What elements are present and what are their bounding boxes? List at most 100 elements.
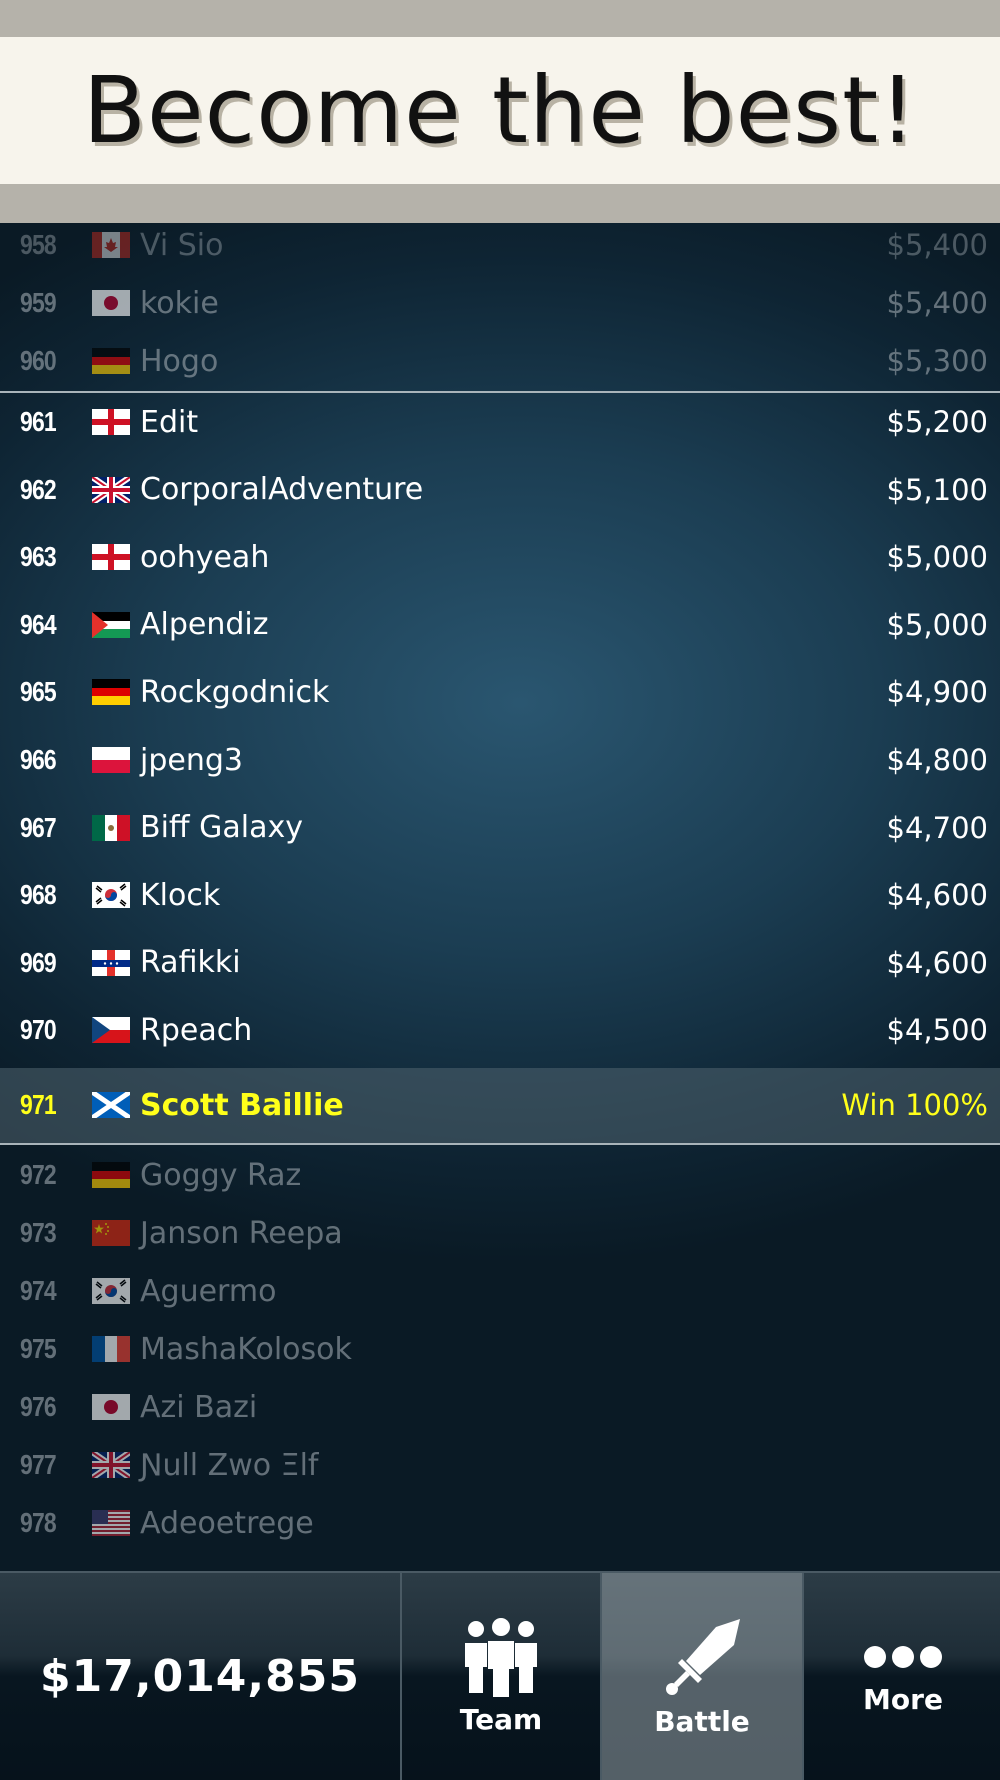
player-name: Biff Galaxy [140, 810, 303, 846]
rank-number: 969 [20, 946, 57, 978]
player-name: Edit [140, 404, 199, 440]
nav-more-button[interactable]: More [802, 1573, 1000, 1780]
mexico-flag-icon [92, 814, 130, 841]
player-name: Rafikki [140, 945, 241, 981]
rank-number: 967 [20, 811, 57, 843]
rank-number: 961 [20, 406, 57, 437]
player-name: Adeoetrege [140, 1505, 314, 1541]
player-name: Janson Reepa [140, 1215, 343, 1251]
leaderboard-row[interactable]: 960 Hogo $5,300 [0, 341, 1000, 381]
uk-flag-icon [92, 476, 130, 503]
player-name: Rockgodnick [140, 674, 330, 710]
player-score: $5,300 [886, 344, 988, 378]
rank-number: 963 [20, 541, 57, 573]
germany-flag-icon [92, 348, 130, 374]
leaderboard-row[interactable]: 972 Goggy Raz [0, 1155, 1000, 1195]
rank-number: 974 [20, 1275, 57, 1306]
south-korea-flag-icon [92, 1278, 130, 1304]
nav-more-label: More [863, 1683, 943, 1716]
leaderboard-row[interactable]: 966 jpeng3 $4,800 [0, 740, 1000, 780]
rank-number: 971 [20, 1089, 57, 1120]
banner-title: Become the best! [82, 57, 918, 164]
cash-amount: $17,014,855 [40, 1651, 360, 1702]
bottom-bar: $17,014,855 Team Battle More [0, 1571, 1000, 1780]
leaderboard-row[interactable]: 968 Klock $4,600 [0, 875, 1000, 915]
usa-flag-icon [92, 1510, 130, 1536]
player-score: $5,400 [886, 286, 988, 320]
rank-number: 973 [20, 1217, 57, 1248]
player-name: Klock [140, 877, 221, 913]
player-score: $4,900 [886, 675, 988, 710]
rank-number: 977 [20, 1449, 57, 1480]
england-flag-icon [92, 409, 130, 435]
cash-display: $17,014,855 [0, 1573, 400, 1780]
player-score: $4,600 [886, 878, 988, 913]
player-name: CorporalAdventure [140, 472, 424, 508]
rank-number: 976 [20, 1391, 57, 1422]
rank-number: 962 [20, 473, 57, 505]
uk-flag-icon [92, 1452, 130, 1478]
banner: Become the best! [0, 37, 1000, 184]
leaderboard-row[interactable]: 978 Adeoetrege [0, 1503, 1000, 1543]
leaderboard-row[interactable]: 973 Janson Reepa [0, 1213, 1000, 1253]
nav-team-label: Team [459, 1703, 543, 1736]
scotland-flag-icon [92, 1092, 130, 1118]
player-score: Win 100% [841, 1088, 988, 1122]
leaderboard-row[interactable]: 969 Rafikki $4,600 [0, 943, 1000, 983]
germany-flag-icon [92, 679, 130, 706]
player-name: Vi Sio [140, 227, 224, 263]
player-score: $5,000 [886, 607, 988, 642]
leaderboard-row[interactable]: 977 Ɲull Zwo Ξlf [0, 1445, 1000, 1485]
rank-number: 958 [20, 229, 57, 260]
sword-icon [666, 1619, 740, 1695]
south-korea-flag-icon [92, 882, 130, 909]
leaderboard-row[interactable]: 963 oohyeah $5,000 [0, 537, 1000, 577]
player-name: Rpeach [140, 1012, 253, 1048]
leaderboard-row[interactable]: 976 Azi Bazi [0, 1387, 1000, 1427]
leaderboard-row[interactable]: 964 Alpendiz $5,000 [0, 605, 1000, 645]
player-score: $4,600 [886, 945, 988, 980]
leaderboard-row[interactable]: 967 Biff Galaxy $4,700 [0, 808, 1000, 848]
player-name: oohyeah [140, 539, 270, 575]
player-name: jpeng3 [140, 742, 243, 778]
player-score: $4,800 [886, 743, 988, 777]
player-name: Ɲull Zwo Ξlf [140, 1447, 319, 1483]
divider [0, 1143, 1000, 1145]
canada-flag-icon [92, 232, 130, 258]
team-icon [465, 1618, 537, 1697]
rank-number: 965 [20, 676, 57, 708]
leaderboard-row[interactable]: 962 CorporalAdventure $5,100 [0, 470, 1000, 510]
player-score: $4,700 [886, 810, 988, 845]
leaderboard-row[interactable]: 975 MashaKolosok [0, 1329, 1000, 1369]
czech-flag-icon [92, 1017, 130, 1044]
player-name: Alpendiz [140, 607, 269, 643]
player-name: Hogo [140, 343, 219, 379]
japan-flag-icon [92, 1394, 130, 1420]
rank-number: 970 [20, 1014, 57, 1046]
leaderboard-row[interactable]: 974 Aguermo [0, 1271, 1000, 1311]
leaderboard-row[interactable]: 970 Rpeach $4,500 [0, 1010, 1000, 1050]
nav-battle-label: Battle [654, 1705, 750, 1738]
leaderboard-row[interactable]: 961 Edit $5,200 [0, 402, 1000, 442]
germany-flag-icon [92, 1162, 130, 1188]
china-flag-icon [92, 1220, 130, 1246]
leaderboard-row[interactable]: 965 Rockgodnick $4,900 [0, 672, 1000, 712]
england-flag-icon [92, 544, 130, 571]
nav-team-button[interactable]: Team [400, 1573, 600, 1780]
player-score: $5,400 [886, 228, 988, 262]
rank-number: 966 [20, 744, 57, 775]
leaderboard[interactable]: 958 Vi Sio $5,400 959 kokie $5,400 960 Hogo $5,3… [0, 223, 1000, 1571]
player-name: Aguermo [140, 1273, 277, 1309]
player-name: Azi Bazi [140, 1389, 258, 1425]
netherlands-antilles-flag-icon [92, 949, 130, 976]
rank-number: 960 [20, 345, 57, 376]
japan-flag-icon [92, 290, 130, 316]
leaderboard-row[interactable]: 958 Vi Sio $5,400 [0, 225, 1000, 265]
leaderboard-row[interactable]: 959 kokie $5,400 [0, 283, 1000, 323]
nav-battle-button[interactable]: Battle [600, 1573, 802, 1780]
divider [0, 391, 1000, 393]
leaderboard-row[interactable]: 971 Scott Baillie Win 100% [0, 1085, 1000, 1125]
rank-number: 964 [20, 608, 57, 640]
player-name: Scott Baillie [140, 1087, 344, 1123]
player-name: kokie [140, 285, 219, 321]
